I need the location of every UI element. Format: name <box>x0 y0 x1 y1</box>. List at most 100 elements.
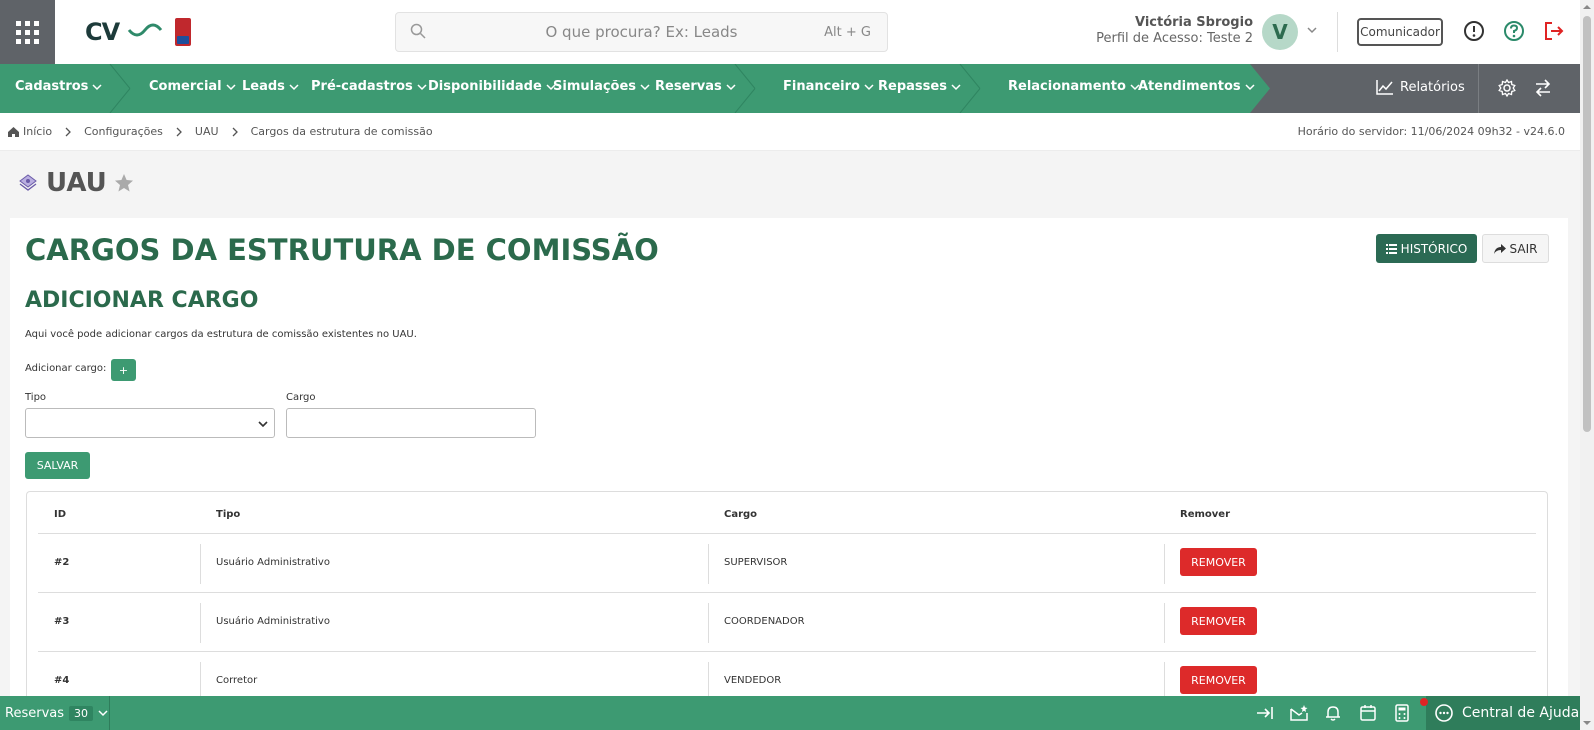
help-center-button[interactable]: Central de Ajuda <box>1426 696 1580 730</box>
logout-icon[interactable] <box>1543 20 1565 42</box>
breadcrumb-item[interactable]: UAU <box>195 125 219 138</box>
column-divider <box>200 603 201 643</box>
nav-item-disponibilidade[interactable]: Disponibilidade <box>428 79 556 94</box>
logo[interactable]: CV <box>85 18 192 46</box>
row-cargo: COORDENADOR <box>724 616 805 627</box>
chevron-down-icon <box>258 421 268 428</box>
global-search-input[interactable]: O que procura? Ex: Leads Alt + G <box>395 12 888 52</box>
main-nav: Cadastros Comercial Leads Pré-cadastros … <box>0 64 1580 113</box>
swap-icon[interactable] <box>1534 79 1552 97</box>
comunicador-button[interactable]: Comunicador <box>1357 18 1443 46</box>
chat-icon <box>1435 704 1453 722</box>
row-cargo: SUPERVISOR <box>724 557 788 568</box>
collapse-icon[interactable] <box>1256 704 1274 722</box>
breadcrumb: Início Configurações UAU Cargos da estru… <box>0 113 1580 151</box>
gear-icon[interactable] <box>1498 79 1516 97</box>
tipo-label: Tipo <box>25 392 47 403</box>
nav-item-comercial[interactable]: Comercial <box>149 79 236 94</box>
logo-wave-icon <box>128 23 163 37</box>
remove-button[interactable]: REMOVER <box>1180 607 1257 635</box>
column-divider <box>708 544 709 584</box>
reports-link[interactable]: Relatórios <box>1376 79 1465 95</box>
breadcrumb-home[interactable]: Início <box>7 125 52 138</box>
breadcrumb-item[interactable]: Configurações <box>84 125 163 138</box>
column-divider <box>200 544 201 584</box>
user-profile: Perfil de Acesso: Teste 2 <box>1096 31 1253 46</box>
breadcrumb-current: Cargos da estrutura de comissão <box>250 125 433 138</box>
calculator-icon[interactable] <box>1393 704 1411 722</box>
chevron-down-icon <box>640 83 650 90</box>
notification-dot <box>1420 698 1428 706</box>
nav-item-atendimentos[interactable]: Atendimentos <box>1138 79 1255 94</box>
table-header-id: ID <box>54 509 67 520</box>
footer-bar: Reservas 30 Central de Ajuda <box>0 696 1580 730</box>
row-tipo: Corretor <box>216 675 258 686</box>
nav-item-pre-cadastros[interactable]: Pré-cadastros <box>311 79 427 94</box>
page-title-text: UAU <box>46 168 107 198</box>
chevron-down-icon <box>951 83 961 90</box>
chevron-right-icon <box>232 127 238 136</box>
history-button[interactable]: HISTÓRICO <box>1376 234 1477 263</box>
remove-button[interactable]: REMOVER <box>1180 548 1257 576</box>
list-icon <box>1385 243 1397 254</box>
nav-item-cadastros[interactable]: Cadastros <box>15 79 102 94</box>
mail-star-icon[interactable] <box>1290 704 1308 722</box>
breadcrumb-item: Início <box>23 125 53 138</box>
table-header-cargo: Cargo <box>724 509 758 520</box>
exit-button[interactable]: SAIR <box>1482 234 1549 263</box>
scrollbar-thumb[interactable] <box>1583 16 1591 432</box>
tipo-select[interactable] <box>25 408 275 438</box>
header-divider <box>1337 12 1338 52</box>
scroll-up-icon[interactable] <box>1583 3 1591 11</box>
nav-item-reservas[interactable]: Reservas <box>655 79 736 94</box>
nav-item-relacionamento[interactable]: Relacionamento <box>1008 79 1140 94</box>
nav-item-financeiro[interactable]: Financeiro <box>783 79 874 94</box>
star-icon[interactable] <box>113 172 135 194</box>
chevron-down-icon[interactable] <box>1306 24 1318 36</box>
user-name: Victória Sbrogio <box>1134 15 1253 30</box>
avatar[interactable]: V <box>1262 14 1298 50</box>
save-button[interactable]: SALVAR <box>25 452 90 479</box>
nav-item-leads[interactable]: Leads <box>242 79 299 94</box>
search-placeholder: O que procura? Ex: Leads <box>545 23 738 41</box>
bell-icon[interactable] <box>1324 704 1342 722</box>
chevron-down-icon <box>289 83 299 90</box>
column-divider <box>1164 662 1165 698</box>
apps-grid-icon <box>16 20 39 44</box>
help-icon[interactable] <box>1503 20 1525 42</box>
row-id: #4 <box>54 675 70 686</box>
chevron-down-icon <box>864 83 874 90</box>
section-description: Aqui você pode adicionar cargos da estru… <box>25 329 417 340</box>
add-cargo-button[interactable]: + <box>111 359 136 381</box>
apps-menu-button[interactable] <box>0 0 55 64</box>
nav-item-repasses[interactable]: Repasses <box>878 79 961 94</box>
info-icon[interactable] <box>1463 20 1485 42</box>
footer-reservas-count: 30 <box>69 705 93 721</box>
column-divider <box>200 662 201 698</box>
chevron-right-icon <box>65 127 72 136</box>
footer-reservas[interactable]: Reservas 30 <box>0 696 110 730</box>
nav-item-simulacoes[interactable]: Simulações <box>553 79 650 94</box>
page-scrollbar[interactable] <box>1580 0 1594 730</box>
table-row: #3 Usuário Administrativo COORDENADOR RE… <box>38 592 1536 651</box>
add-cargo-label: Adicionar cargo: <box>25 363 107 374</box>
row-cargo: VENDEDOR <box>724 675 782 686</box>
scroll-down-icon[interactable] <box>1583 719 1591 727</box>
cargo-input[interactable] <box>286 408 536 438</box>
puzzle-icon <box>19 174 37 191</box>
row-tipo: Usuário Administrativo <box>216 557 330 568</box>
chevron-down-icon <box>417 83 427 90</box>
calendar-icon[interactable] <box>1359 704 1377 722</box>
table-row: #4 Corretor VENDEDOR REMOVER <box>38 651 1536 698</box>
user-info[interactable]: Victória Sbrogio Perfil de Acesso: Teste… <box>1085 15 1253 46</box>
nav-item-label: Relacionamento <box>1008 79 1126 94</box>
search-shortcut: Alt + G <box>824 24 871 40</box>
remove-button[interactable]: REMOVER <box>1180 666 1257 694</box>
column-divider <box>1164 603 1165 643</box>
chevron-down-icon <box>1245 83 1255 90</box>
nav-divider <box>1478 64 1479 113</box>
help-center-label: Central de Ajuda <box>1462 705 1580 721</box>
page-title: UAU <box>16 168 135 198</box>
nav-item-label: Atendimentos <box>1138 79 1241 94</box>
exit-label: SAIR <box>1509 241 1538 256</box>
